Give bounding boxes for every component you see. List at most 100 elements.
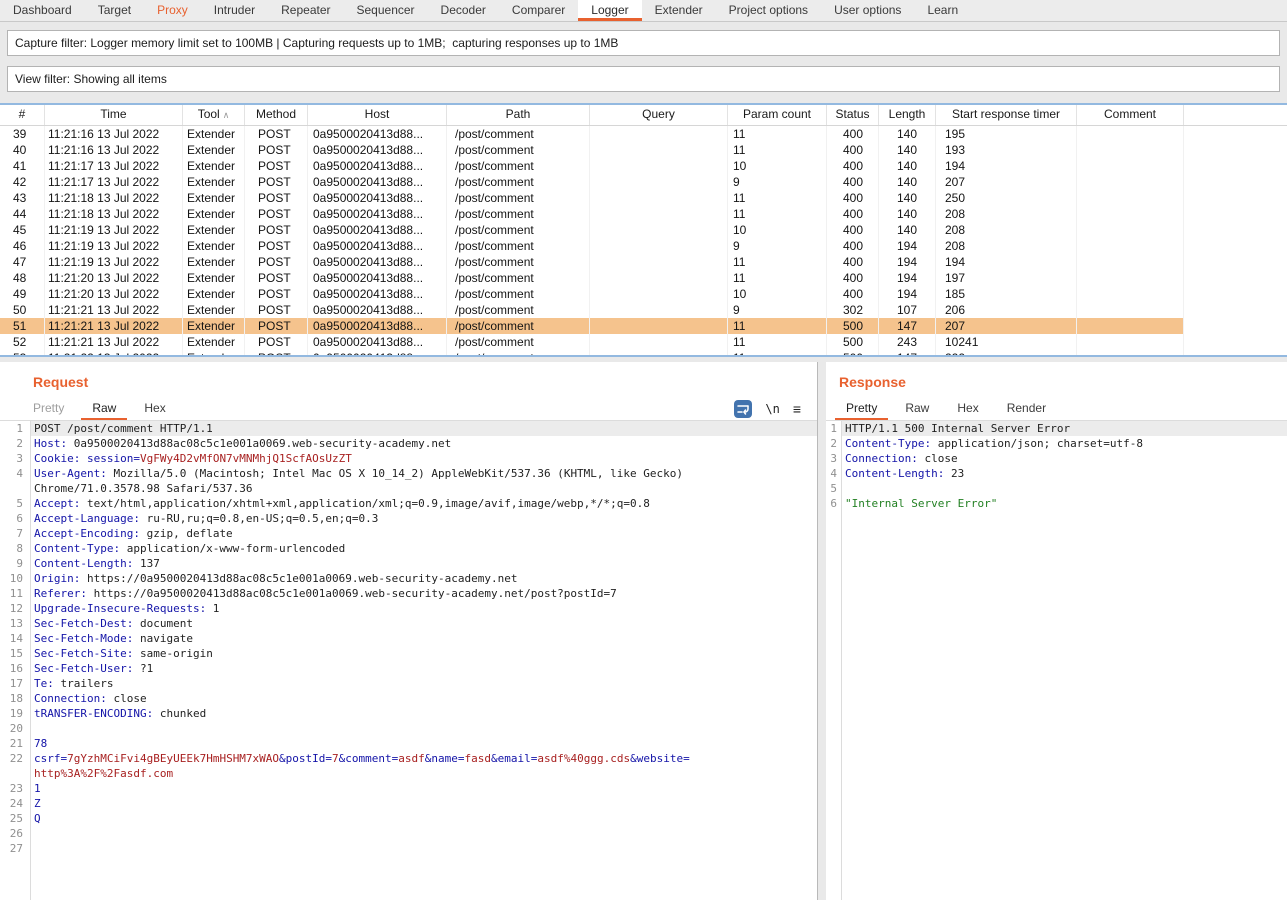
- log-row[interactable]: 4811:21:20 13 Jul 2022ExtenderPOST0a9500…: [0, 270, 1287, 286]
- column-header-method[interactable]: Method: [245, 105, 308, 125]
- log-row[interactable]: 5011:21:21 13 Jul 2022ExtenderPOST0a9500…: [0, 302, 1287, 318]
- top-tab-project-options[interactable]: Project options: [716, 0, 821, 21]
- response-editor[interactable]: 1HTTP/1.1 500 Internal Server Error2Cont…: [826, 421, 1287, 900]
- request-editor[interactable]: 1POST /post/comment HTTP/1.12Host: 0a950…: [0, 421, 817, 900]
- log-cell: 0a9500020413d88...: [308, 334, 447, 350]
- top-tab-intruder[interactable]: Intruder: [201, 0, 268, 21]
- column-header-length[interactable]: Length: [879, 105, 936, 125]
- top-tab-learn[interactable]: Learn: [914, 0, 971, 21]
- log-cell: 50: [0, 302, 45, 318]
- log-cell: Extender: [183, 286, 245, 302]
- column-header-status[interactable]: Status: [827, 105, 879, 125]
- capture-filter-bar[interactable]: Capture filter: Logger memory limit set …: [7, 30, 1280, 56]
- line-number: 2: [826, 436, 841, 451]
- response-tab-raw[interactable]: Raw: [894, 398, 940, 420]
- log-cell: 11:21:17 13 Jul 2022: [45, 158, 183, 174]
- line-number: 4: [826, 466, 841, 481]
- request-line-text: Accept-Encoding: gzip, deflate: [30, 526, 817, 541]
- log-row[interactable]: 5311:21:22 13 Jul 2022ExtenderPOST0a9500…: [0, 350, 1287, 357]
- log-row[interactable]: 4411:21:18 13 Jul 2022ExtenderPOST0a9500…: [0, 206, 1287, 222]
- log-cell: /post/comment: [447, 190, 590, 206]
- log-cell: POST: [245, 286, 308, 302]
- log-cell-filler: [1184, 318, 1287, 334]
- log-row[interactable]: 5211:21:21 13 Jul 2022ExtenderPOST0a9500…: [0, 334, 1287, 350]
- top-tab-logger[interactable]: Logger: [578, 0, 641, 21]
- line-number: 12: [0, 601, 30, 616]
- column-header-param-count[interactable]: Param count: [728, 105, 827, 125]
- log-cell: 107: [879, 302, 936, 318]
- log-cell: [590, 286, 728, 302]
- response-tab-pretty[interactable]: Pretty: [835, 398, 888, 420]
- log-cell: 400: [827, 286, 879, 302]
- request-line-text: Sec-Fetch-Dest: document: [30, 616, 817, 631]
- request-line: 231: [0, 781, 817, 796]
- top-tab-dashboard[interactable]: Dashboard: [0, 0, 85, 21]
- column-header-num[interactable]: #: [0, 105, 45, 125]
- response-line: 1HTTP/1.1 500 Internal Server Error: [826, 421, 1287, 436]
- log-cell: 0a9500020413d88...: [308, 126, 447, 142]
- view-filter-bar[interactable]: View filter: Showing all items: [7, 66, 1280, 92]
- log-row[interactable]: 4011:21:16 13 Jul 2022ExtenderPOST0a9500…: [0, 142, 1287, 158]
- log-row[interactable]: 4711:21:19 13 Jul 2022ExtenderPOST0a9500…: [0, 254, 1287, 270]
- line-number: 11: [0, 586, 30, 601]
- log-cell: 222: [936, 350, 1077, 357]
- line-number: 10: [0, 571, 30, 586]
- response-line: 6"Internal Server Error": [826, 496, 1287, 511]
- column-header-start-response-timer[interactable]: Start response timer: [936, 105, 1077, 125]
- log-cell: 194: [879, 238, 936, 254]
- top-tab-repeater[interactable]: Repeater: [268, 0, 343, 21]
- top-tab-proxy[interactable]: Proxy: [144, 0, 201, 21]
- log-cell: /post/comment: [447, 126, 590, 142]
- column-header-comment[interactable]: Comment: [1077, 105, 1184, 125]
- top-tab-target[interactable]: Target: [85, 0, 144, 21]
- log-cell: 11: [728, 190, 827, 206]
- log-cell: 11:21:20 13 Jul 2022: [45, 270, 183, 286]
- column-header-tool[interactable]: Tool∧: [183, 105, 245, 125]
- line-number: 2: [0, 436, 30, 451]
- top-tab-sequencer[interactable]: Sequencer: [344, 0, 428, 21]
- log-row[interactable]: 4311:21:18 13 Jul 2022ExtenderPOST0a9500…: [0, 190, 1287, 206]
- log-row[interactable]: 3911:21:16 13 Jul 2022ExtenderPOST0a9500…: [0, 126, 1287, 142]
- log-cell: 400: [827, 126, 879, 142]
- column-header-host[interactable]: Host: [308, 105, 447, 125]
- line-number: 26: [0, 826, 30, 841]
- top-tab-user-options[interactable]: User options: [821, 0, 914, 21]
- line-number: 24: [0, 796, 30, 811]
- show-newlines-toggle-icon[interactable]: \n: [765, 402, 779, 416]
- request-tab-raw[interactable]: Raw: [81, 398, 127, 420]
- log-row[interactable]: 4211:21:17 13 Jul 2022ExtenderPOST0a9500…: [0, 174, 1287, 190]
- log-cell: Extender: [183, 190, 245, 206]
- log-row[interactable]: 4611:21:19 13 Jul 2022ExtenderPOST0a9500…: [0, 238, 1287, 254]
- log-cell: Extender: [183, 238, 245, 254]
- top-tab-extender[interactable]: Extender: [642, 0, 716, 21]
- sort-ascending-icon: ∧: [223, 110, 230, 120]
- response-tab-render[interactable]: Render: [996, 398, 1057, 420]
- request-line: 13Sec-Fetch-Dest: document: [0, 616, 817, 631]
- log-cell: 9: [728, 238, 827, 254]
- log-cell: 400: [827, 206, 879, 222]
- log-row[interactable]: 4911:21:20 13 Jul 2022ExtenderPOST0a9500…: [0, 286, 1287, 302]
- log-row[interactable]: 5111:21:21 13 Jul 2022ExtenderPOST0a9500…: [0, 318, 1287, 334]
- log-row[interactable]: 4111:21:17 13 Jul 2022ExtenderPOST0a9500…: [0, 158, 1287, 174]
- editor-menu-icon[interactable]: ≡: [793, 402, 801, 416]
- line-number: 23: [0, 781, 30, 796]
- request-line: 7Accept-Encoding: gzip, deflate: [0, 526, 817, 541]
- log-cell: 140: [879, 190, 936, 206]
- log-cell: Extender: [183, 158, 245, 174]
- log-cell: POST: [245, 126, 308, 142]
- word-wrap-toggle-icon[interactable]: [734, 400, 752, 418]
- column-header-time[interactable]: Time: [45, 105, 183, 125]
- response-tab-hex[interactable]: Hex: [946, 398, 989, 420]
- log-cell: 0a9500020413d88...: [308, 158, 447, 174]
- log-row[interactable]: 4511:21:19 13 Jul 2022ExtenderPOST0a9500…: [0, 222, 1287, 238]
- request-tab-hex[interactable]: Hex: [133, 398, 176, 420]
- column-header-path[interactable]: Path: [447, 105, 590, 125]
- log-cell: 39: [0, 126, 45, 142]
- log-cell: 140: [879, 222, 936, 238]
- response-line-text: HTTP/1.1 500 Internal Server Error: [841, 421, 1287, 436]
- top-tab-comparer[interactable]: Comparer: [499, 0, 578, 21]
- log-cell: /post/comment: [447, 142, 590, 158]
- top-tab-decoder[interactable]: Decoder: [428, 0, 499, 21]
- column-header-query[interactable]: Query: [590, 105, 728, 125]
- request-line: 10Origin: https://0a9500020413d88ac08c5c…: [0, 571, 817, 586]
